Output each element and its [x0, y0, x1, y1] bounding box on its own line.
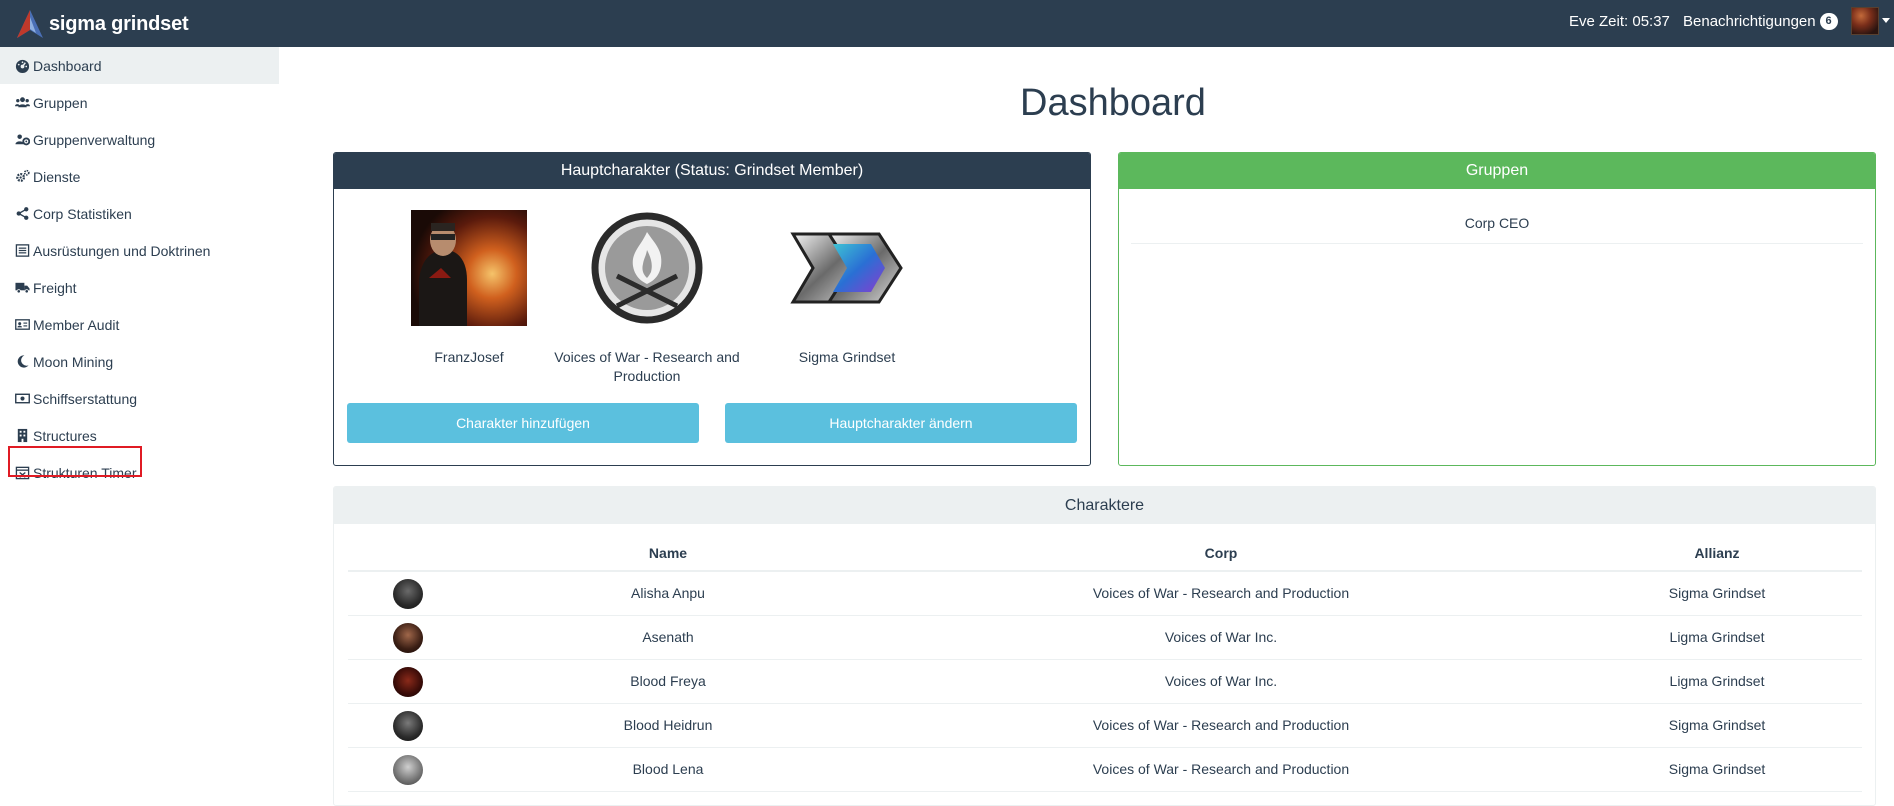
brand[interactable]: sigma grindset	[16, 8, 189, 40]
sidebar-item-label: Dashboard	[33, 57, 102, 74]
eve-time: Eve Zeit: 05:37	[1569, 13, 1670, 30]
column-header-alliance[interactable]: Allianz	[1694, 545, 1739, 561]
characters-panel: Charaktere Name Corp Allianz Alisha Anpu…	[333, 486, 1876, 806]
avatar	[393, 623, 423, 653]
change-main-character-button[interactable]: Hauptcharakter ändern	[725, 403, 1077, 443]
cell-corp: Voices of War - Research and Production	[1092, 717, 1350, 733]
main-corporation-name: Voices of War - Research and Production	[554, 349, 740, 384]
groups-panel: Gruppen Corp CEO	[1118, 152, 1876, 466]
brand-logo-icon	[17, 10, 43, 38]
table-row: Alisha Anpu Voices of War - Research and…	[348, 572, 1862, 616]
sidebar-item-schiffserstattung[interactable]: Schiffserstattung	[0, 380, 279, 417]
alliance-logo	[790, 232, 903, 304]
sidebar-item-dienste[interactable]: Dienste	[0, 158, 279, 195]
brand-name: sigma grindset	[49, 12, 189, 35]
cell-corp: Voices of War Inc.	[1164, 629, 1278, 645]
sidebar-item-freight[interactable]: Freight	[0, 269, 279, 306]
sidebar-item-gruppen[interactable]: Gruppen	[0, 84, 279, 121]
sidebar-item-label: Gruppen	[33, 94, 88, 111]
sidebar-item-label: Corp Statistiken	[33, 205, 132, 222]
cell-alliance: Ligma Grindset	[1669, 673, 1765, 689]
main-alliance-card: Sigma Grindset	[747, 210, 947, 367]
building-icon	[15, 428, 30, 443]
avatar	[393, 755, 423, 785]
sidebar-item-label: Schiffserstattung	[33, 390, 138, 407]
avatar	[393, 579, 423, 609]
sidebar-item-label: Structures	[33, 427, 97, 444]
sidebar-item-corp-statistiken[interactable]: Corp Statistiken	[0, 195, 279, 232]
sidebar-item-label: Gruppenverwaltung	[33, 131, 156, 148]
sidebar-item-ausruestungen[interactable]: Ausrüstungen und Doktrinen	[0, 232, 279, 269]
main-alliance-name: Sigma Grindset	[798, 349, 896, 365]
user-avatar[interactable]	[1851, 7, 1879, 35]
table-row: Blood Freya Voices of War Inc. Ligma Gri…	[348, 660, 1862, 704]
add-character-button[interactable]: Charakter hinzufügen	[347, 403, 699, 443]
avatar	[393, 667, 423, 697]
moon-icon	[15, 354, 30, 369]
cell-corp: Voices of War - Research and Production	[1092, 761, 1350, 777]
table-row: Blood Lena Voices of War - Research and …	[348, 748, 1862, 792]
character-portrait	[411, 210, 527, 326]
cell-name: Blood Heidrun	[623, 717, 713, 733]
cogs-icon	[15, 169, 30, 184]
cell-name: Asenath	[642, 629, 694, 645]
money-bill-icon	[15, 391, 30, 406]
notifications-badge: 6	[1819, 13, 1838, 30]
main-character-panel: Hauptcharakter (Status: Grindset Member)…	[333, 152, 1091, 466]
id-card-icon	[15, 317, 30, 332]
sidebar-item-label: Moon Mining	[33, 353, 114, 370]
user-menu-caret-icon[interactable]	[1882, 18, 1890, 23]
sidebar-item-label: Member Audit	[33, 316, 120, 333]
tachometer-icon	[15, 58, 30, 73]
sidebar-item-moon-mining[interactable]: Moon Mining	[0, 343, 279, 380]
notifications-link[interactable]: Benachrichtigungen 6	[1683, 13, 1838, 30]
cell-name: Blood Lena	[632, 761, 704, 777]
corporation-logo	[591, 212, 703, 324]
cell-name: Alisha Anpu	[631, 585, 705, 601]
main-character-panel-title: Hauptcharakter (Status: Grindset Member)	[334, 153, 1090, 189]
main-corporation-card: Voices of War - Research and Production	[547, 210, 747, 386]
cell-alliance: Sigma Grindset	[1668, 585, 1766, 601]
page-title: Dashboard	[1020, 82, 1206, 124]
sidebar-item-gruppenverwaltung[interactable]: Gruppenverwaltung	[0, 121, 279, 158]
cell-alliance: Sigma Grindset	[1668, 717, 1766, 733]
top-navbar: sigma grindset Eve Zeit: 05:37 Benachric…	[0, 0, 1894, 47]
sidebar-item-label: Freight	[33, 279, 77, 296]
notifications-label: Benachrichtigungen	[1683, 13, 1816, 30]
sidebar-item-label: Ausrüstungen und Doktrinen	[33, 242, 211, 259]
share-icon	[15, 206, 30, 221]
users-cog-icon	[15, 132, 30, 147]
sidebar-item-member-audit[interactable]: Member Audit	[0, 306, 279, 343]
main-character-name: FranzJosef	[434, 349, 504, 365]
column-header-corp[interactable]: Corp	[1205, 545, 1238, 561]
characters-panel-title: Charaktere	[334, 487, 1875, 524]
cell-name: Blood Freya	[630, 673, 706, 689]
users-icon	[15, 95, 30, 110]
highlight-box	[8, 446, 142, 477]
table-row: Blood Heidrun Voices of War - Research a…	[348, 704, 1862, 748]
list-icon	[15, 243, 30, 258]
cell-alliance: Sigma Grindset	[1668, 761, 1766, 777]
table-row: Asenath Voices of War Inc. Ligma Grindse…	[348, 616, 1862, 660]
truck-icon	[15, 280, 30, 295]
group-name: Corp CEO	[1464, 215, 1530, 231]
group-item: Corp CEO	[1131, 208, 1863, 244]
column-header-name[interactable]: Name	[649, 545, 687, 561]
main-character-card: FranzJosef	[369, 210, 569, 367]
sidebar: Dashboard Gruppen Gruppenverwaltung Dien…	[0, 47, 279, 800]
sidebar-item-dashboard[interactable]: Dashboard	[0, 47, 279, 84]
avatar	[393, 711, 423, 741]
sidebar-item-label: Dienste	[33, 168, 81, 185]
groups-panel-title: Gruppen	[1119, 153, 1875, 189]
cell-corp: Voices of War - Research and Production	[1092, 585, 1350, 601]
cell-corp: Voices of War Inc.	[1164, 673, 1278, 689]
cell-alliance: Ligma Grindset	[1669, 629, 1765, 645]
